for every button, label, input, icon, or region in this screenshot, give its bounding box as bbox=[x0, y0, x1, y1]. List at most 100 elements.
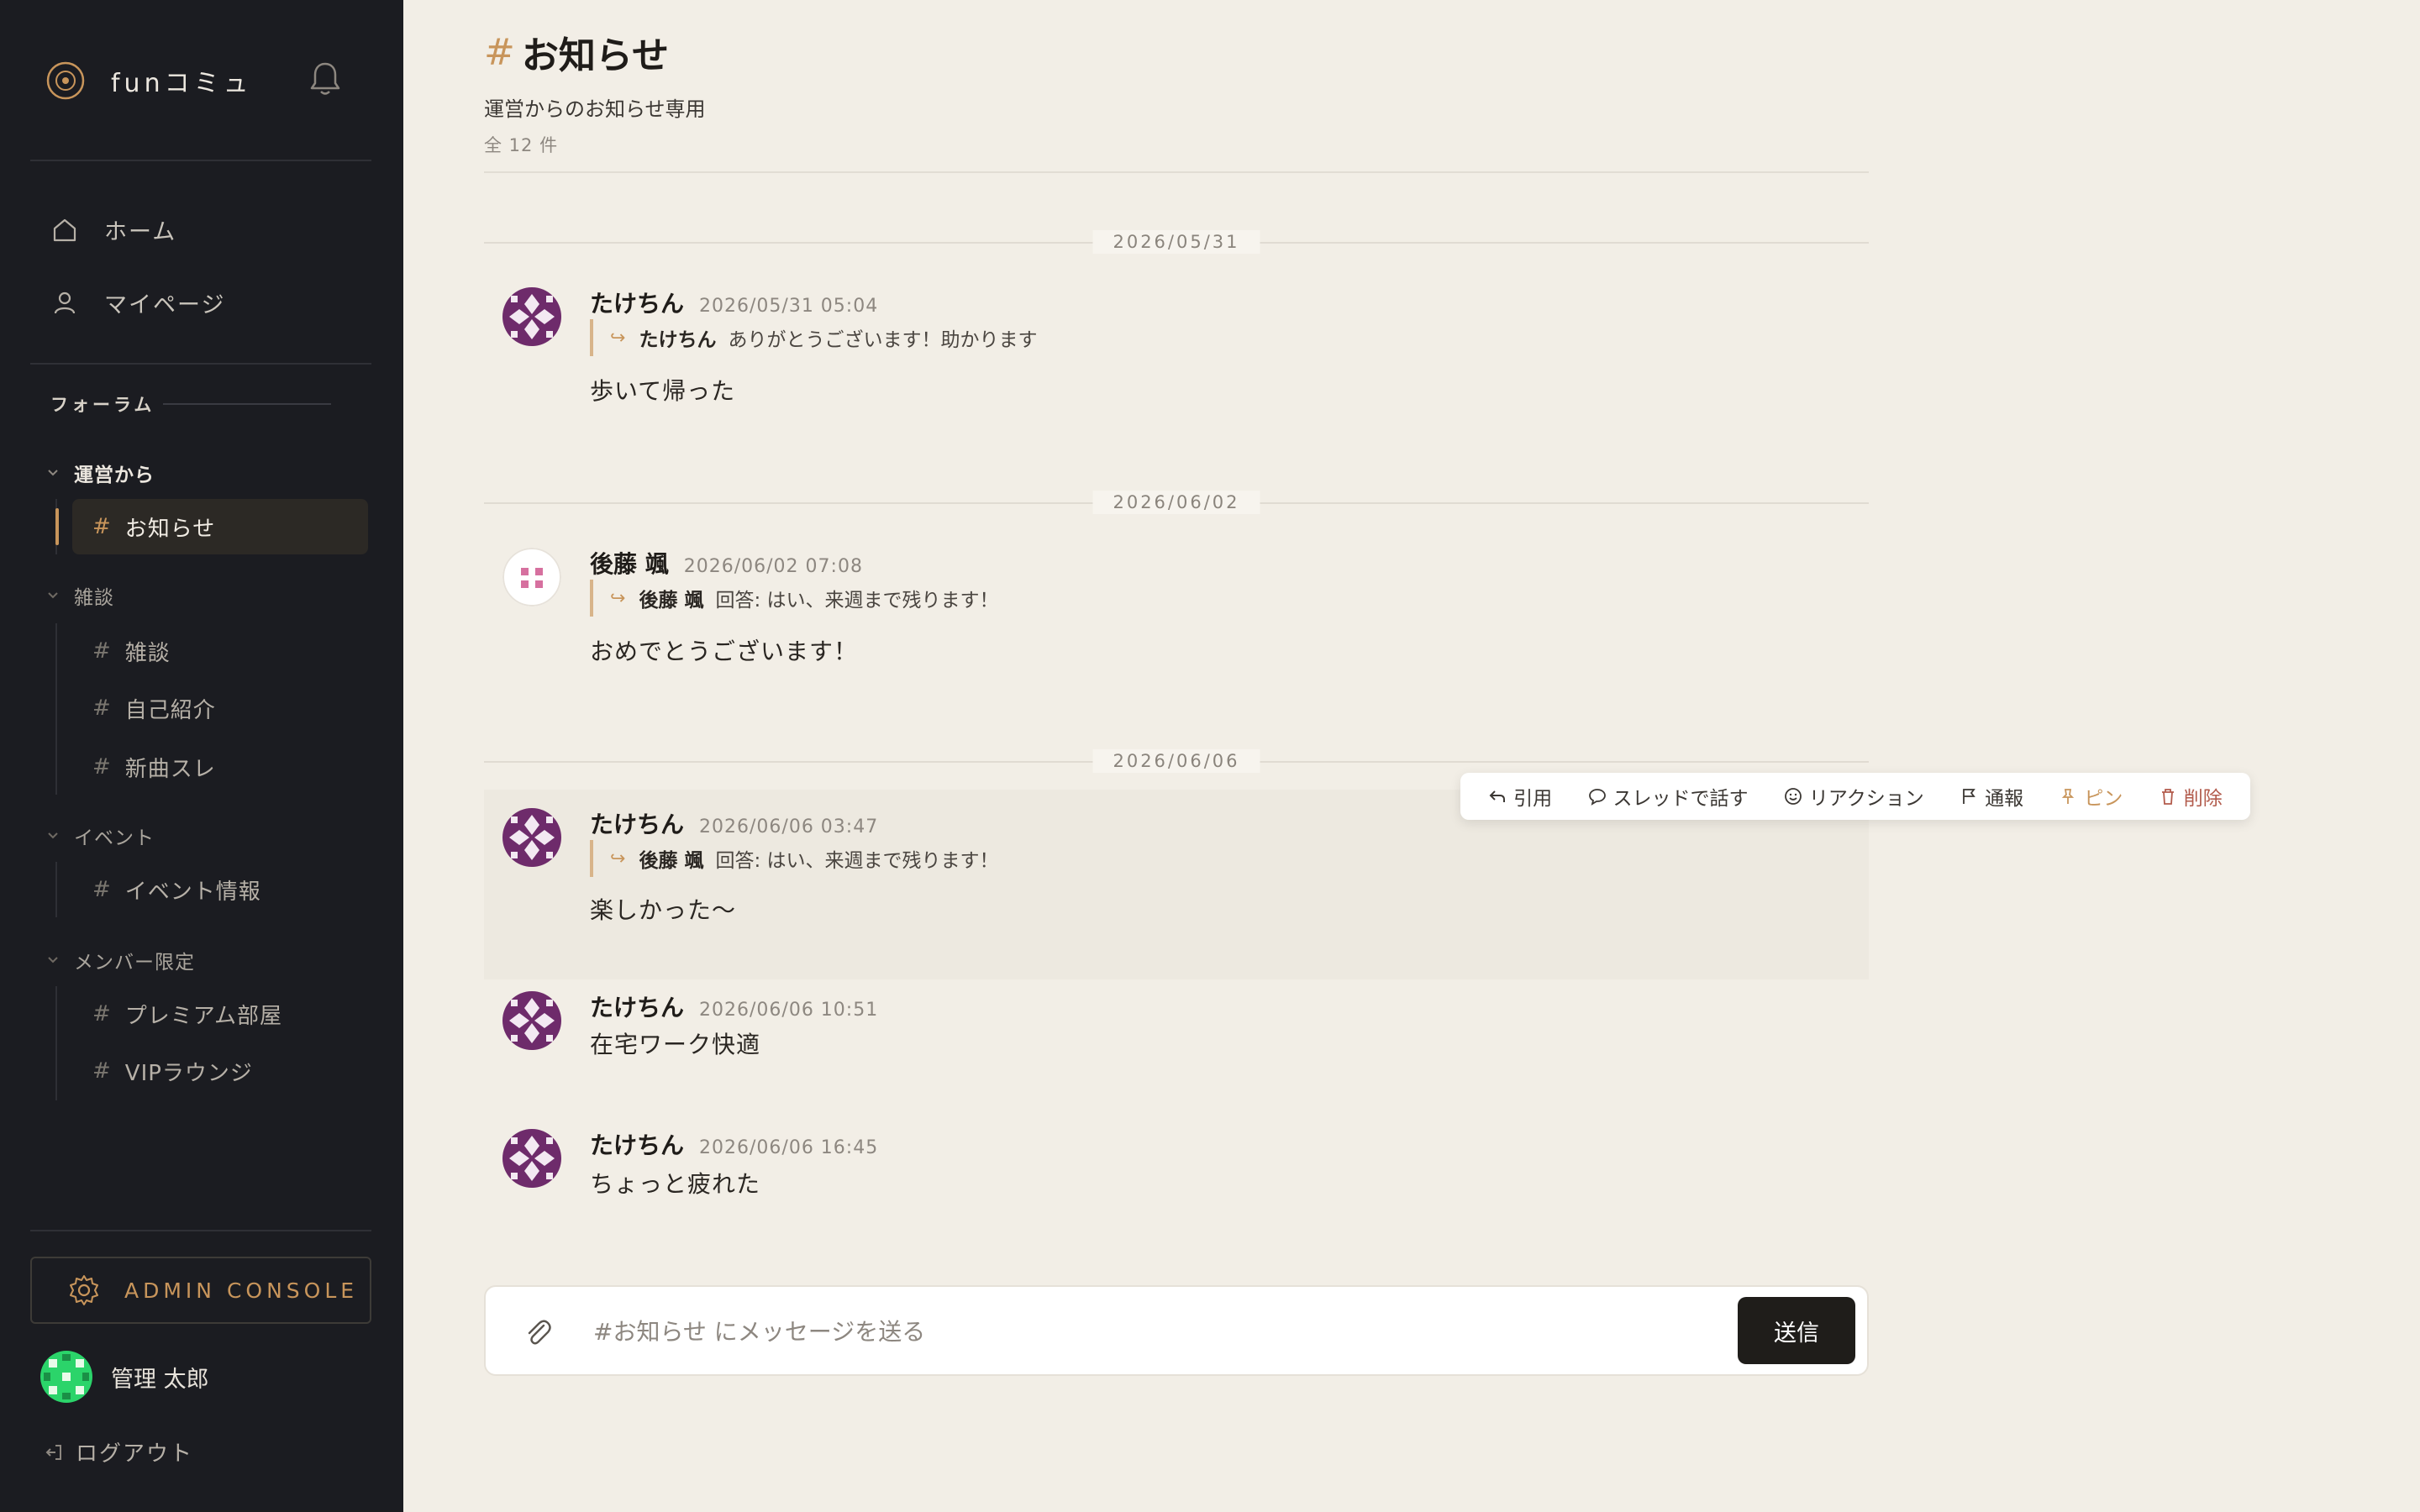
page-title: # お知らせ bbox=[484, 25, 706, 79]
delete-button[interactable]: 削除 bbox=[2159, 782, 2223, 811]
avatar bbox=[502, 548, 561, 606]
hash-icon: # bbox=[92, 1001, 112, 1026]
category-unei[interactable]: 運営から bbox=[47, 459, 155, 487]
message-body: 在宅ワーク快適 bbox=[590, 1031, 761, 1058]
hash-icon: # bbox=[92, 1058, 112, 1084]
report-button[interactable]: 通報 bbox=[1960, 782, 2023, 811]
message[interactable]: たけちん 2026/06/06 16:45 ちょっと疲れた bbox=[484, 1122, 1869, 1231]
chevron-down-icon bbox=[48, 470, 58, 476]
message-count: 全 12 件 bbox=[484, 135, 559, 155]
channel-jikoshoukai[interactable]: # 自己紹介 bbox=[72, 680, 368, 736]
chevron-down-icon bbox=[48, 832, 58, 839]
logout-button[interactable]: ログアウト bbox=[44, 1436, 193, 1467]
reaction-label: リアクション bbox=[1808, 788, 1924, 810]
report-label: 通報 bbox=[1985, 788, 2024, 810]
reaction-button[interactable]: リアクション bbox=[1784, 782, 1924, 811]
message[interactable]: たけちん 2026/06/06 10:51 在宅ワーク快適 bbox=[484, 984, 1869, 1094]
category-zatsudan[interactable]: 雑談 bbox=[47, 581, 114, 610]
user-icon bbox=[54, 291, 76, 313]
thread-button[interactable]: スレッドで話す bbox=[1588, 782, 1749, 811]
hash-icon: # bbox=[92, 877, 112, 902]
pin-icon bbox=[2062, 789, 2075, 804]
message-time: 2026/06/02 07:08 bbox=[683, 556, 863, 577]
message-meta: たけちん 2026/06/06 03:47 bbox=[590, 806, 878, 840]
sidebar-divider bbox=[30, 1230, 371, 1231]
channel-title-text: お知らせ bbox=[521, 34, 669, 77]
message-quote[interactable]: ↪ たけちん ありがとうございます！助かります bbox=[590, 319, 1037, 356]
channel-vip[interactable]: # VIPラウンジ bbox=[72, 1043, 368, 1099]
message-composer: 送信 bbox=[484, 1285, 1869, 1376]
message-meta: 後藤 颯 2026/06/02 07:08 bbox=[590, 546, 863, 580]
message-time: 2026/06/06 10:51 bbox=[699, 1000, 879, 1021]
main-panel: # お知らせ 運営からのお知らせ専用 全 12 件 2026/05/31 たけち… bbox=[403, 0, 2420, 1512]
nav-mypage[interactable]: マイページ bbox=[50, 286, 225, 319]
home-icon bbox=[53, 218, 76, 241]
channel-label: プレミアム部屋 bbox=[124, 1003, 282, 1029]
message-quote[interactable]: ↪ 後藤 颯 回答: はい、来週まで残ります！ bbox=[590, 840, 999, 877]
category-event[interactable]: イベント bbox=[47, 822, 155, 850]
reply-arrow-icon: ↪ bbox=[610, 848, 626, 869]
delete-label: 削除 bbox=[2183, 788, 2223, 810]
message-quote[interactable]: ↪ 後藤 颯 回答: はい、来週まで残ります！ bbox=[590, 580, 999, 617]
message-action-toolbar: 引用 スレッドで話す リアクション 通報 ピン 削除 bbox=[1460, 773, 2250, 820]
date-separator: 2026/06/06 bbox=[484, 749, 1869, 774]
channel-label: 雑談 bbox=[124, 640, 171, 666]
pin-button[interactable]: ピン bbox=[2059, 782, 2123, 811]
admin-console-button[interactable]: ADMIN CONSOLE bbox=[30, 1257, 371, 1324]
hash-icon: # bbox=[92, 514, 112, 539]
forum-section-label: フォーラム bbox=[50, 395, 155, 415]
chat-bubble-icon bbox=[1588, 789, 1606, 806]
message-author[interactable]: たけちん bbox=[590, 990, 684, 1023]
user-name: 管理 太郎 bbox=[111, 1366, 209, 1393]
message[interactable]: 後藤 颯 2026/06/02 07:08 ↪ 後藤 颯 回答: はい、来週まで… bbox=[484, 538, 1869, 689]
logout-icon bbox=[45, 1444, 61, 1460]
message-author[interactable]: 後藤 颯 bbox=[590, 546, 669, 580]
active-channel-marker bbox=[55, 508, 59, 545]
message-body: 歩いて帰った bbox=[590, 377, 736, 405]
send-button[interactable]: 送信 bbox=[1738, 1297, 1855, 1364]
category-members[interactable]: メンバー限定 bbox=[47, 946, 195, 974]
channel-event-info[interactable]: # イベント情報 bbox=[72, 862, 368, 917]
channel-zatsudan[interactable]: # 雑談 bbox=[72, 623, 368, 679]
message-input[interactable] bbox=[593, 1312, 1686, 1351]
bell-icon[interactable] bbox=[308, 60, 343, 97]
channel-label: お知らせ bbox=[124, 516, 216, 542]
message-author[interactable]: たけちん bbox=[590, 286, 684, 319]
date-label: 2026/06/02 bbox=[1092, 491, 1260, 514]
message-body: 楽しかった〜 bbox=[590, 896, 737, 924]
message[interactable]: たけちん 2026/05/31 05:04 ↪ たけちん ありがとうございます！… bbox=[484, 277, 1869, 428]
message-author[interactable]: たけちん bbox=[590, 1127, 684, 1161]
avatar bbox=[40, 1351, 92, 1403]
date-label: 2026/06/06 bbox=[1092, 749, 1260, 773]
message-time: 2026/06/06 03:47 bbox=[699, 816, 879, 837]
category-rail bbox=[55, 862, 57, 917]
app-name: funコミュ bbox=[111, 69, 253, 98]
quote-author: 後藤 颯 bbox=[639, 590, 704, 612]
nav-home[interactable]: ホーム bbox=[50, 213, 176, 246]
trash-icon bbox=[2161, 789, 2174, 805]
logout-label: ログアウト bbox=[76, 1441, 194, 1467]
brand[interactable]: funコミュ bbox=[45, 60, 253, 101]
channel-label: 新曲スレ bbox=[124, 756, 216, 782]
sidebar: funコミュ ホーム マイページ フォーラム 運営から # お知らせ 雑談 # … bbox=[0, 0, 403, 1512]
message-body: おめでとうございます！ bbox=[590, 638, 859, 665]
channel-premium[interactable]: # プレミアム部屋 bbox=[72, 986, 368, 1042]
sidebar-divider bbox=[30, 160, 371, 161]
message-author[interactable]: たけちん bbox=[590, 806, 684, 840]
category-label: メンバー限定 bbox=[74, 952, 195, 974]
reply-arrow-icon: ↪ bbox=[610, 327, 626, 349]
quote-button[interactable]: 引用 bbox=[1488, 782, 1552, 811]
avatar bbox=[502, 287, 561, 346]
category-label: 雑談 bbox=[74, 587, 114, 609]
reply-arrow-icon: ↪ bbox=[610, 587, 626, 609]
nav-mypage-label: マイページ bbox=[104, 292, 226, 318]
pin-label: ピン bbox=[2084, 788, 2123, 810]
message-body: ちょっと疲れた bbox=[590, 1170, 761, 1198]
current-user[interactable]: 管理 太郎 bbox=[40, 1351, 209, 1403]
channel-shinkyoku[interactable]: # 新曲スレ bbox=[72, 739, 368, 795]
message-meta: たけちん 2026/06/06 16:45 bbox=[590, 1127, 878, 1161]
channel-oshirase[interactable]: # お知らせ bbox=[72, 499, 368, 554]
header-divider bbox=[484, 171, 1869, 173]
paperclip-icon[interactable] bbox=[521, 1315, 556, 1351]
hash-icon: # bbox=[92, 638, 112, 664]
